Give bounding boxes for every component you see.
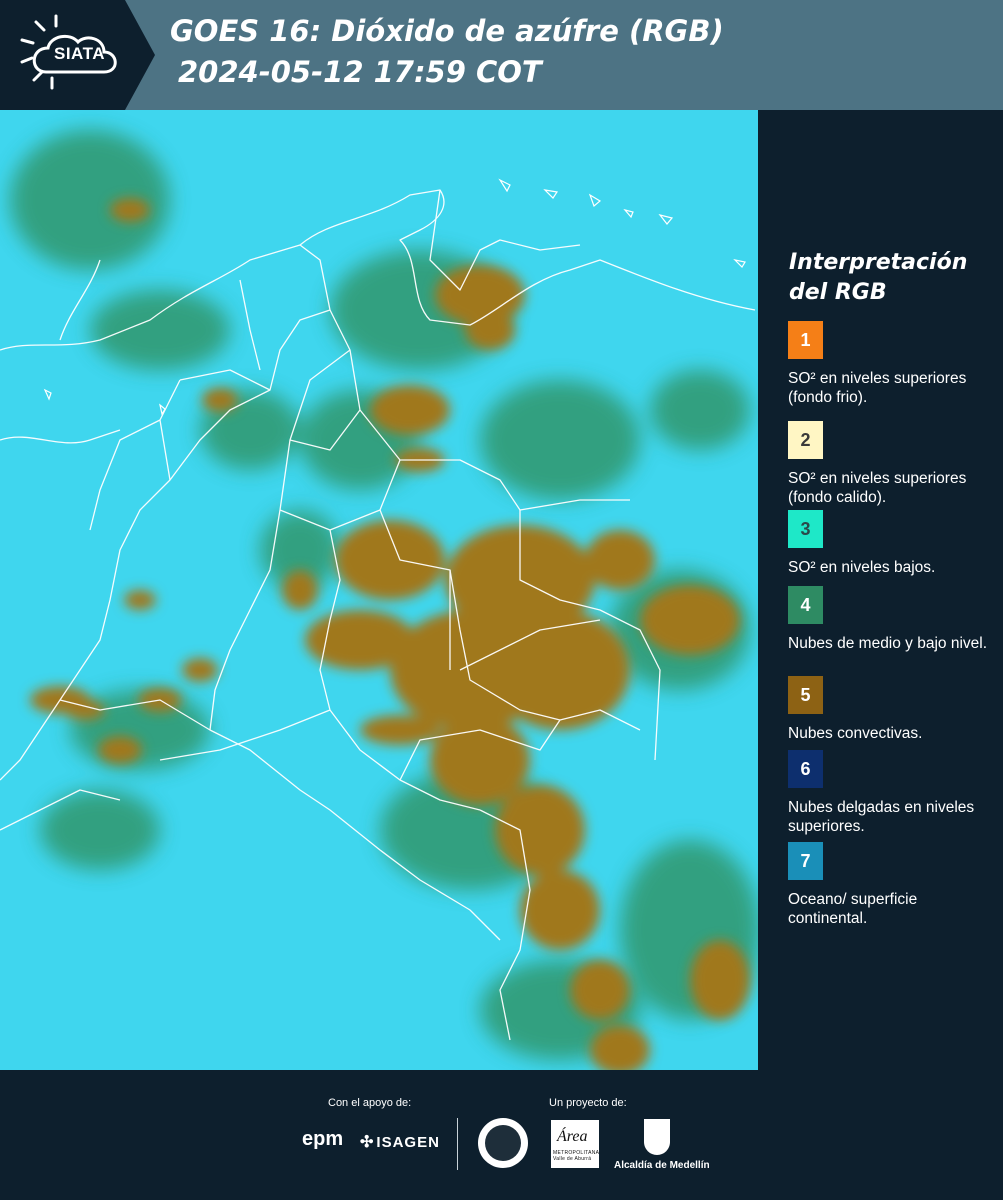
isagen-logo: ✣ ISAGEN — [360, 1132, 440, 1152]
epm-logo: epm — [302, 1128, 344, 1150]
legend-label: Nubes delgadas en niveles superiores. — [788, 799, 975, 835]
legend-label: Oceano/ superficie continental. — [788, 891, 918, 927]
area-logo-text: Área — [557, 1128, 588, 1145]
alcaldia-label: Alcaldía de Medellín — [614, 1160, 710, 1171]
support-label: Con el apoyo de: — [328, 1097, 412, 1109]
legend-item-5: 5 Nubes convectivas. — [788, 676, 988, 743]
satellite-map — [0, 110, 758, 1070]
legend-item-1: 1 SO² en niveles superiores (fondo frio). — [788, 321, 988, 407]
legend-swatch: 7 — [788, 842, 823, 880]
isagen-label: ISAGEN — [376, 1134, 440, 1151]
legend-label: Nubes de medio y bajo nivel. — [788, 635, 988, 652]
area-logo-subtext: METROPOLITANA Valle de Aburrá — [553, 1150, 600, 1162]
legend-label: SO² en niveles superiores (fondo frio). — [788, 370, 967, 406]
project-label: Un proyecto de: — [549, 1097, 627, 1109]
header-bar: SIATA GOES 16: Dióxido de azúfre (RGB) 2… — [0, 0, 1003, 110]
page-timestamp: 2024-05-12 17:59 COT — [178, 55, 542, 89]
legend-item-4: 4 Nubes de medio y bajo nivel. — [788, 586, 988, 653]
siata-logo: SIATA — [0, 0, 155, 110]
legend-panel: Interpretación del RGB 1 SO² en niveles s… — [760, 110, 1003, 1070]
legend-swatch: 3 — [788, 510, 823, 548]
satellite-image — [0, 110, 758, 1070]
legend-item-2: 2 SO² en niveles superiores (fondo calido… — [788, 421, 988, 507]
legend-swatch: 2 — [788, 421, 823, 459]
legend-swatch: 6 — [788, 750, 823, 788]
seal-icon — [485, 1125, 521, 1161]
alcaldia-shield-icon — [644, 1119, 670, 1155]
legend-item-6: 6 Nubes delgadas en niveles superiores. — [788, 750, 988, 836]
legend-item-7: 7 Oceano/ superficie continental. — [788, 842, 988, 928]
medellin-seal-logo — [478, 1118, 528, 1168]
legend-swatch: 4 — [788, 586, 823, 624]
area-metropolitana-logo: Área METROPOLITANA Valle de Aburrá — [551, 1120, 599, 1168]
legend-label: SO² en niveles bajos. — [788, 559, 936, 576]
legend-title: Interpretación del RGB — [789, 250, 968, 305]
legend-label: SO² en niveles superiores (fondo calido)… — [788, 470, 967, 506]
legend-item-3: 3 SO² en niveles bajos. — [788, 510, 988, 577]
legend-label: Nubes convectivas. — [788, 725, 923, 742]
legend-swatch: 1 — [788, 321, 823, 359]
footer: Con el apoyo de: Un proyecto de: epm ✣ IS… — [0, 1070, 1003, 1200]
page-title: GOES 16: Dióxido de azúfre (RGB) — [170, 14, 724, 48]
legend-swatch: 5 — [788, 676, 823, 714]
isagen-star-icon: ✣ — [360, 1134, 375, 1151]
logo-text: SIATA — [54, 44, 105, 63]
footer-divider — [457, 1118, 458, 1170]
